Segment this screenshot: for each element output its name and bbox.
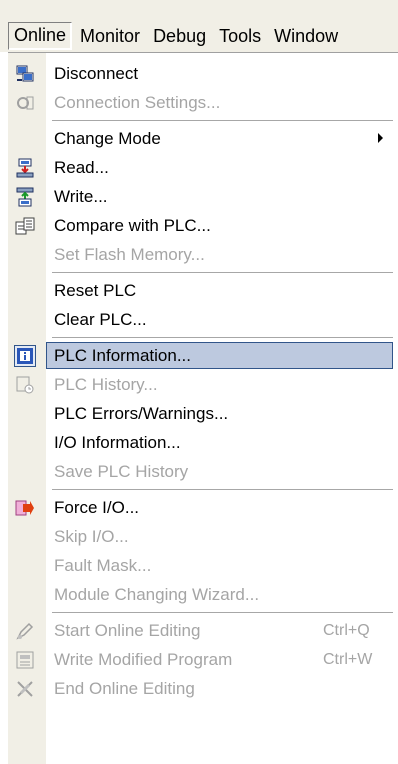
start-online-editing-icon: [14, 620, 36, 642]
menu-item-label: Clear PLC...: [54, 309, 147, 329]
menu-item-label: Set Flash Memory...: [54, 244, 205, 264]
menu-item-label: I/O Information...: [54, 432, 181, 452]
menu-monitor[interactable]: Monitor: [75, 24, 145, 50]
menu-item-set-flash-memory[interactable]: Set Flash Memory...: [8, 240, 398, 269]
menu-item-label: Fault Mask...: [54, 555, 152, 575]
menu-item-label: Module Changing Wizard...: [54, 584, 260, 604]
menu-item-disconnect[interactable]: Disconnect: [8, 59, 398, 88]
menu-item-label: Disconnect: [54, 63, 139, 83]
menu-item-connection-settings[interactable]: Connection Settings...: [8, 88, 398, 117]
menu-item-io-information[interactable]: I/O Information...: [8, 428, 398, 457]
menu-item-reset-plc[interactable]: Reset PLC: [8, 276, 398, 305]
menu-separator: [8, 334, 398, 341]
menu-bar: Online Monitor Debug Tools Window: [0, 0, 398, 52]
menu-online[interactable]: Online: [8, 22, 73, 50]
menu-item-label: Write...: [54, 186, 108, 206]
menu-item-label: PLC Errors/Warnings...: [54, 403, 229, 423]
menu-item-clear-plc[interactable]: Clear PLC...: [8, 305, 398, 334]
end-online-editing-icon: [14, 678, 36, 700]
shortcut-label: Ctrl+W: [323, 650, 373, 668]
menu-debug[interactable]: Debug: [148, 24, 211, 50]
plc-history-icon: [14, 374, 36, 396]
menu-item-label: PLC History...: [54, 374, 158, 394]
menu-item-label: Compare with PLC...: [54, 215, 211, 235]
menu-item-label: Write Modified Program: [54, 649, 233, 669]
menu-item-label: Change Mode: [54, 128, 161, 148]
connection-settings-icon: [14, 92, 36, 114]
menu-separator: [8, 609, 398, 616]
shortcut-label: Ctrl+Q: [323, 621, 370, 639]
menu-separator: [8, 486, 398, 493]
menu-item-write-modified-program[interactable]: Write Modified Program Ctrl+W: [8, 645, 398, 674]
menu-item-label: Connection Settings...: [54, 92, 221, 112]
menu-item-write[interactable]: Write...: [8, 182, 398, 211]
menu-item-change-mode[interactable]: Change Mode: [8, 124, 398, 153]
menu-item-label: Read...: [54, 157, 109, 177]
menu-item-end-online-editing[interactable]: End Online Editing: [8, 674, 398, 703]
menu-item-save-plc-history[interactable]: Save PLC History: [8, 457, 398, 486]
menu-item-plc-information[interactable]: PLC Information...: [8, 341, 398, 370]
menu-window[interactable]: Window: [269, 24, 343, 50]
menu-item-label: Save PLC History: [54, 461, 189, 481]
menu-item-fault-mask[interactable]: Fault Mask...: [8, 551, 398, 580]
menu-item-read[interactable]: Read...: [8, 153, 398, 182]
menu-item-start-online-editing[interactable]: Start Online Editing Ctrl+Q: [8, 616, 398, 645]
menu-item-label: Reset PLC: [54, 280, 137, 300]
online-dropdown-menu: Disconnect Connection Settings... Change…: [8, 52, 398, 764]
disconnect-icon: [14, 63, 36, 85]
menu-separator: [8, 269, 398, 276]
compare-icon: [14, 215, 36, 237]
menu-item-label: Force I/O...: [54, 497, 140, 517]
write-icon: [14, 186, 36, 208]
menu-item-skip-io[interactable]: Skip I/O...: [8, 522, 398, 551]
read-icon: [14, 157, 36, 179]
submenu-arrow-icon: [378, 133, 383, 143]
menu-item-compare-with-plc[interactable]: Compare with PLC...: [8, 211, 398, 240]
plc-information-icon: [14, 345, 36, 367]
menu-item-module-changing-wizard[interactable]: Module Changing Wizard...: [8, 580, 398, 609]
force-io-icon: [14, 497, 36, 519]
write-modified-program-icon: [14, 649, 36, 671]
menu-item-plc-errors-warnings[interactable]: PLC Errors/Warnings...: [8, 399, 398, 428]
menu-item-label: Skip I/O...: [54, 526, 129, 546]
menu-separator: [8, 117, 398, 124]
menu-item-label: PLC Information...: [54, 345, 192, 365]
menu-tools[interactable]: Tools: [214, 24, 266, 50]
menu-item-force-io[interactable]: Force I/O...: [8, 493, 398, 522]
menu-item-label: End Online Editing: [54, 678, 195, 698]
menu-item-label: Start Online Editing: [54, 620, 201, 640]
menu-item-plc-history[interactable]: PLC History...: [8, 370, 398, 399]
